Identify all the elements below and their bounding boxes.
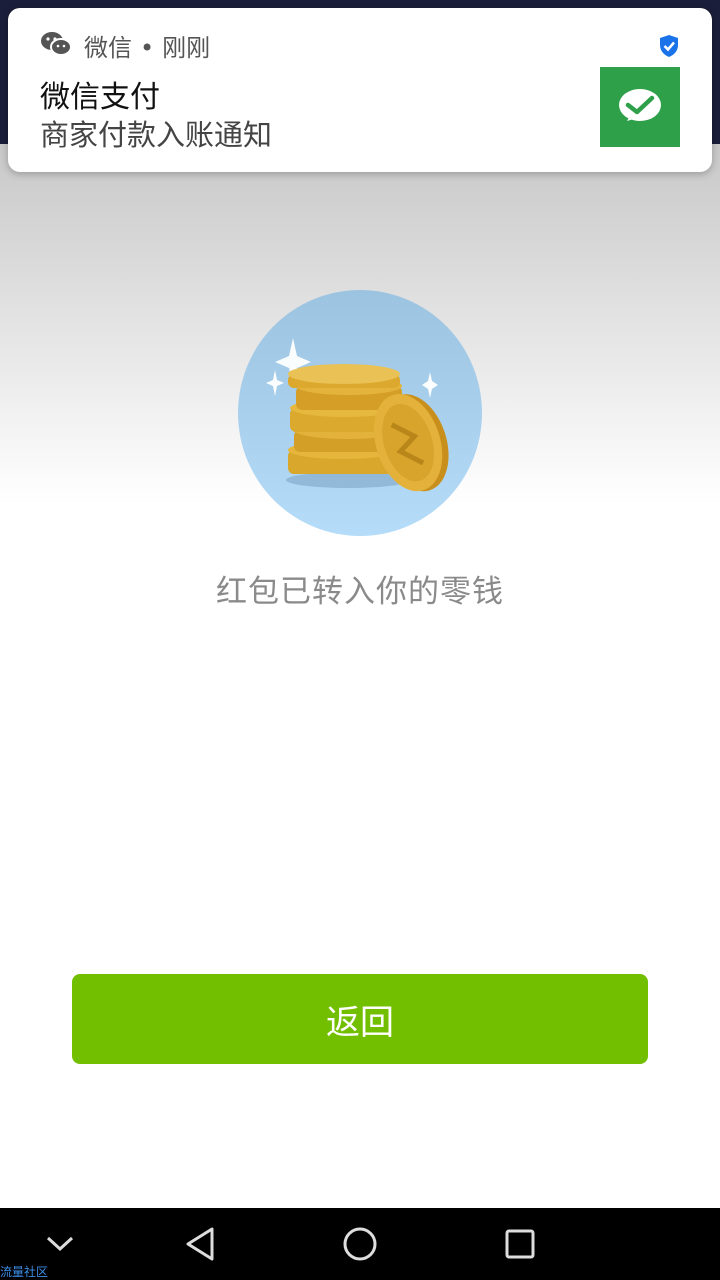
wechat-icon — [41, 32, 72, 56]
notification-card[interactable]: 微信 • 刚刚 微信支付 商家付款入账通知 — [8, 8, 712, 172]
notification-app-name: 微信 — [84, 34, 132, 62]
watermark-text: 流量社区 — [0, 1265, 49, 1279]
notification-separator: • — [140, 34, 155, 62]
notification-body: 商家付款入账通知 — [40, 118, 273, 152]
coins-stack-icon — [238, 290, 482, 536]
system-nav-bar: 流量社区 — [0, 1208, 720, 1280]
status-message: 红包已转入你的零钱 — [216, 574, 504, 610]
chevron-down-icon — [46, 1236, 74, 1252]
wechat-pay-glyph — [619, 89, 661, 121]
wechat-pay-icon — [600, 67, 680, 147]
notification-header: 微信 • 刚刚 — [84, 28, 210, 63]
triangle-back-icon — [186, 1227, 214, 1261]
square-recents-icon — [505, 1229, 535, 1259]
notification-title: 微信支付 — [40, 80, 160, 115]
home-icon[interactable] — [340, 1224, 380, 1264]
recents-icon[interactable] — [500, 1224, 540, 1264]
back-button[interactable]: 返回 — [72, 974, 648, 1064]
coins-illustration — [266, 338, 449, 492]
shield-check-icon — [660, 35, 678, 57]
collapse-icon[interactable] — [40, 1224, 80, 1264]
back-icon[interactable] — [180, 1224, 220, 1264]
notification-time: 刚刚 — [162, 34, 211, 62]
circle-home-icon — [343, 1227, 377, 1261]
